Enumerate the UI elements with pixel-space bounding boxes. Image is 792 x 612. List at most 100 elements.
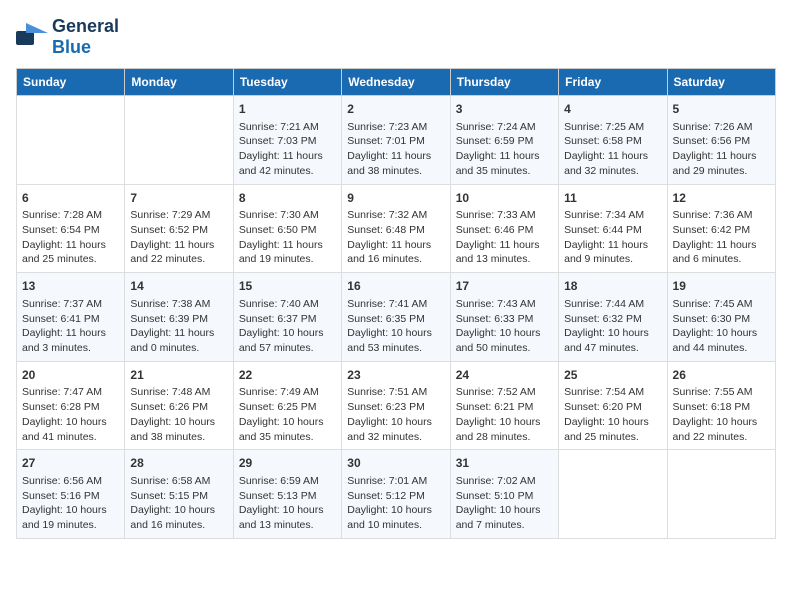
sunset-text: Sunset: 6:52 PM — [130, 224, 208, 236]
sunrise-text: Sunrise: 7:49 AM — [239, 386, 319, 398]
daylight-text: Daylight: 10 hours and 10 minutes. — [347, 504, 432, 531]
sunset-text: Sunset: 5:13 PM — [239, 490, 317, 502]
cell-details: Sunrise: 7:52 AM Sunset: 6:21 PM Dayligh… — [456, 385, 553, 444]
daylight-text: Daylight: 10 hours and 35 minutes. — [239, 416, 324, 443]
weekday-header: Tuesday — [233, 69, 341, 96]
day-number: 11 — [564, 190, 661, 207]
cell-details: Sunrise: 7:51 AM Sunset: 6:23 PM Dayligh… — [347, 385, 444, 444]
logo-icon — [16, 23, 48, 51]
cell-details: Sunrise: 6:59 AM Sunset: 5:13 PM Dayligh… — [239, 474, 336, 533]
day-number: 14 — [130, 278, 227, 295]
daylight-text: Daylight: 11 hours and 9 minutes. — [564, 239, 648, 266]
calendar-week-row: 13 Sunrise: 7:37 AM Sunset: 6:41 PM Dayl… — [17, 273, 776, 362]
daylight-text: Daylight: 11 hours and 42 minutes. — [239, 150, 323, 177]
daylight-text: Daylight: 11 hours and 38 minutes. — [347, 150, 431, 177]
calendar-cell: 29 Sunrise: 6:59 AM Sunset: 5:13 PM Dayl… — [233, 450, 341, 539]
calendar-cell: 6 Sunrise: 7:28 AM Sunset: 6:54 PM Dayli… — [17, 184, 125, 273]
cell-details: Sunrise: 7:54 AM Sunset: 6:20 PM Dayligh… — [564, 385, 661, 444]
daylight-text: Daylight: 11 hours and 22 minutes. — [130, 239, 214, 266]
calendar-cell: 1 Sunrise: 7:21 AM Sunset: 7:03 PM Dayli… — [233, 96, 341, 185]
sunset-text: Sunset: 6:35 PM — [347, 313, 425, 325]
daylight-text: Daylight: 11 hours and 32 minutes. — [564, 150, 648, 177]
cell-details: Sunrise: 7:45 AM Sunset: 6:30 PM Dayligh… — [673, 297, 770, 356]
day-number: 2 — [347, 101, 444, 118]
day-number: 5 — [673, 101, 770, 118]
day-number: 30 — [347, 455, 444, 472]
day-number: 31 — [456, 455, 553, 472]
sunset-text: Sunset: 6:58 PM — [564, 135, 642, 147]
calendar-cell: 26 Sunrise: 7:55 AM Sunset: 6:18 PM Dayl… — [667, 361, 775, 450]
day-number: 15 — [239, 278, 336, 295]
daylight-text: Daylight: 10 hours and 32 minutes. — [347, 416, 432, 443]
calendar-cell: 30 Sunrise: 7:01 AM Sunset: 5:12 PM Dayl… — [342, 450, 450, 539]
day-number: 22 — [239, 367, 336, 384]
calendar-week-row: 27 Sunrise: 6:56 AM Sunset: 5:16 PM Dayl… — [17, 450, 776, 539]
calendar-cell: 12 Sunrise: 7:36 AM Sunset: 6:42 PM Dayl… — [667, 184, 775, 273]
sunrise-text: Sunrise: 7:54 AM — [564, 386, 644, 398]
calendar-cell — [17, 96, 125, 185]
cell-details: Sunrise: 7:34 AM Sunset: 6:44 PM Dayligh… — [564, 208, 661, 267]
day-number: 25 — [564, 367, 661, 384]
sunrise-text: Sunrise: 7:02 AM — [456, 475, 536, 487]
daylight-text: Daylight: 11 hours and 19 minutes. — [239, 239, 323, 266]
daylight-text: Daylight: 10 hours and 13 minutes. — [239, 504, 324, 531]
sunrise-text: Sunrise: 7:44 AM — [564, 298, 644, 310]
cell-details: Sunrise: 7:21 AM Sunset: 7:03 PM Dayligh… — [239, 120, 336, 179]
daylight-text: Daylight: 10 hours and 50 minutes. — [456, 327, 541, 354]
daylight-text: Daylight: 10 hours and 19 minutes. — [22, 504, 107, 531]
calendar-cell: 28 Sunrise: 6:58 AM Sunset: 5:15 PM Dayl… — [125, 450, 233, 539]
sunrise-text: Sunrise: 7:52 AM — [456, 386, 536, 398]
sunset-text: Sunset: 6:59 PM — [456, 135, 534, 147]
calendar-cell: 17 Sunrise: 7:43 AM Sunset: 6:33 PM Dayl… — [450, 273, 558, 362]
cell-details: Sunrise: 7:43 AM Sunset: 6:33 PM Dayligh… — [456, 297, 553, 356]
cell-details: Sunrise: 7:37 AM Sunset: 6:41 PM Dayligh… — [22, 297, 119, 356]
cell-details: Sunrise: 7:40 AM Sunset: 6:37 PM Dayligh… — [239, 297, 336, 356]
cell-details: Sunrise: 7:49 AM Sunset: 6:25 PM Dayligh… — [239, 385, 336, 444]
weekday-header: Friday — [559, 69, 667, 96]
sunrise-text: Sunrise: 7:23 AM — [347, 121, 427, 133]
day-number: 10 — [456, 190, 553, 207]
calendar-cell: 5 Sunrise: 7:26 AM Sunset: 6:56 PM Dayli… — [667, 96, 775, 185]
sunset-text: Sunset: 6:37 PM — [239, 313, 317, 325]
daylight-text: Daylight: 10 hours and 57 minutes. — [239, 327, 324, 354]
calendar-cell: 7 Sunrise: 7:29 AM Sunset: 6:52 PM Dayli… — [125, 184, 233, 273]
calendar-cell — [125, 96, 233, 185]
daylight-text: Daylight: 10 hours and 44 minutes. — [673, 327, 758, 354]
sunset-text: Sunset: 5:15 PM — [130, 490, 208, 502]
cell-details: Sunrise: 7:44 AM Sunset: 6:32 PM Dayligh… — [564, 297, 661, 356]
sunrise-text: Sunrise: 7:24 AM — [456, 121, 536, 133]
sunrise-text: Sunrise: 7:40 AM — [239, 298, 319, 310]
sunrise-text: Sunrise: 7:43 AM — [456, 298, 536, 310]
cell-details: Sunrise: 7:24 AM Sunset: 6:59 PM Dayligh… — [456, 120, 553, 179]
sunset-text: Sunset: 6:48 PM — [347, 224, 425, 236]
daylight-text: Daylight: 10 hours and 16 minutes. — [130, 504, 215, 531]
sunset-text: Sunset: 7:01 PM — [347, 135, 425, 147]
calendar-cell: 25 Sunrise: 7:54 AM Sunset: 6:20 PM Dayl… — [559, 361, 667, 450]
calendar-cell: 23 Sunrise: 7:51 AM Sunset: 6:23 PM Dayl… — [342, 361, 450, 450]
sunset-text: Sunset: 6:23 PM — [347, 401, 425, 413]
calendar-cell: 16 Sunrise: 7:41 AM Sunset: 6:35 PM Dayl… — [342, 273, 450, 362]
calendar-cell: 4 Sunrise: 7:25 AM Sunset: 6:58 PM Dayli… — [559, 96, 667, 185]
daylight-text: Daylight: 10 hours and 22 minutes. — [673, 416, 758, 443]
sunset-text: Sunset: 6:26 PM — [130, 401, 208, 413]
day-number: 3 — [456, 101, 553, 118]
sunset-text: Sunset: 6:39 PM — [130, 313, 208, 325]
daylight-text: Daylight: 11 hours and 0 minutes. — [130, 327, 214, 354]
daylight-text: Daylight: 10 hours and 47 minutes. — [564, 327, 649, 354]
sunset-text: Sunset: 6:41 PM — [22, 313, 100, 325]
daylight-text: Daylight: 11 hours and 3 minutes. — [22, 327, 106, 354]
calendar-cell: 21 Sunrise: 7:48 AM Sunset: 6:26 PM Dayl… — [125, 361, 233, 450]
cell-details: Sunrise: 7:01 AM Sunset: 5:12 PM Dayligh… — [347, 474, 444, 533]
weekday-header: Sunday — [17, 69, 125, 96]
header-row: SundayMondayTuesdayWednesdayThursdayFrid… — [17, 69, 776, 96]
sunrise-text: Sunrise: 6:56 AM — [22, 475, 102, 487]
cell-details: Sunrise: 7:55 AM Sunset: 6:18 PM Dayligh… — [673, 385, 770, 444]
day-number: 28 — [130, 455, 227, 472]
day-number: 18 — [564, 278, 661, 295]
calendar-cell: 31 Sunrise: 7:02 AM Sunset: 5:10 PM Dayl… — [450, 450, 558, 539]
cell-details: Sunrise: 7:36 AM Sunset: 6:42 PM Dayligh… — [673, 208, 770, 267]
cell-details: Sunrise: 7:28 AM Sunset: 6:54 PM Dayligh… — [22, 208, 119, 267]
cell-details: Sunrise: 7:48 AM Sunset: 6:26 PM Dayligh… — [130, 385, 227, 444]
sunrise-text: Sunrise: 7:37 AM — [22, 298, 102, 310]
weekday-header: Wednesday — [342, 69, 450, 96]
